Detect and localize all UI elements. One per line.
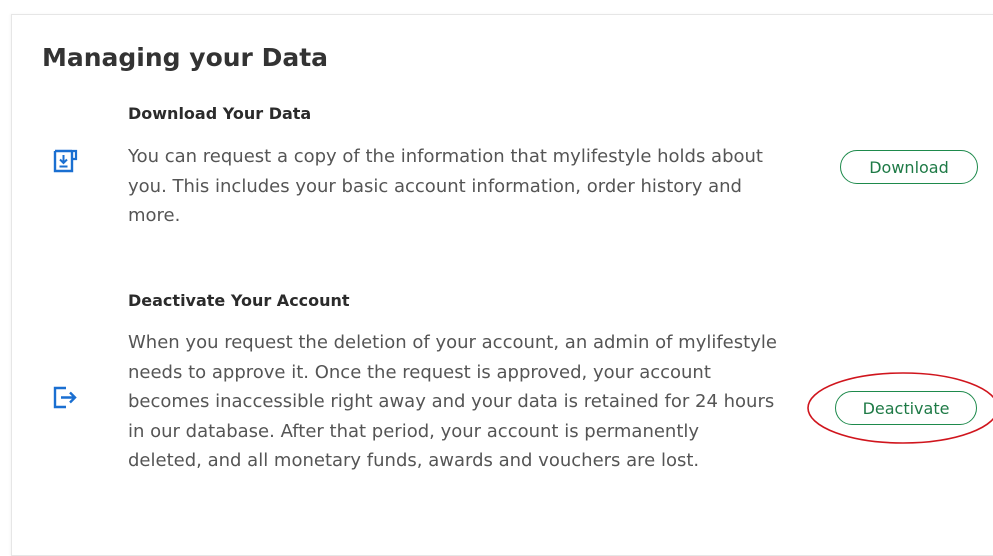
deactivate-description: When you request the deletion of your ac… xyxy=(128,332,777,471)
download-button[interactable]: Download xyxy=(840,150,978,184)
download-description: You can request a copy of the informatio… xyxy=(128,146,763,226)
deactivate-button[interactable]: Deactivate xyxy=(835,391,977,425)
download-icon xyxy=(52,148,78,174)
sign-out-icon xyxy=(52,384,78,410)
page-title: Managing your Data xyxy=(42,43,329,72)
deactivate-heading: Deactivate Your Account xyxy=(128,291,350,310)
download-heading: Download Your Data xyxy=(128,104,312,123)
